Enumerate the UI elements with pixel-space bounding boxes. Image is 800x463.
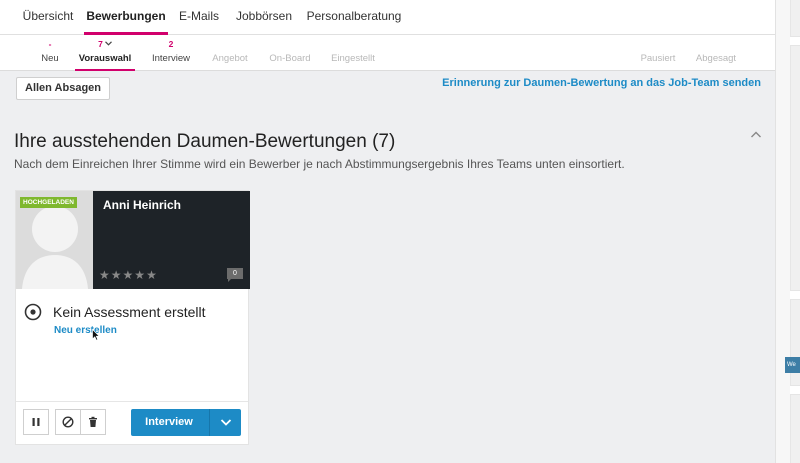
reject-button[interactable]: [55, 409, 81, 435]
stage-label: On-Board: [269, 53, 311, 64]
interview-split-button[interactable]: Interview: [131, 409, 241, 436]
candidate-avatar: HOCHGELADEN: [16, 191, 93, 289]
stage-nav: - Neu 7 Vorauswahl 2 Interview Angebot O…: [0, 35, 775, 71]
tab-personalberatung[interactable]: Personalberatung: [302, 0, 406, 35]
background-tab: We: [785, 357, 800, 373]
candidate-card[interactable]: HOCHGELADEN Anni Heinrich ★★★★★ 0 Kein A…: [15, 190, 250, 445]
stage-label: Abgesagt: [695, 53, 737, 64]
send-reminder-link[interactable]: Erinnerung zur Daumen-Bewertung an das J…: [420, 77, 761, 89]
stage-label: Vorauswahl: [78, 53, 132, 64]
uploaded-badge: HOCHGELADEN: [20, 197, 77, 208]
stage-count: [690, 35, 742, 48]
chevron-down-icon: [104, 41, 112, 46]
candidate-name[interactable]: Anni Heinrich: [103, 198, 181, 212]
assessment-radio-icon: [24, 303, 42, 321]
stage-count: 2: [168, 39, 174, 49]
interview-button-label[interactable]: Interview: [131, 409, 207, 436]
tab-bewerbungen[interactable]: Bewerbungen: [84, 0, 168, 35]
stage-count: [634, 35, 682, 48]
tab-uebersicht[interactable]: Übersicht: [14, 0, 82, 35]
stage-angebot[interactable]: Angebot: [206, 35, 254, 71]
stage-pausiert[interactable]: Pausiert: [634, 35, 682, 71]
background-window-strip: We: [775, 0, 800, 463]
comment-count-value: 0: [233, 270, 237, 277]
stage-label: Neu: [41, 53, 59, 64]
stage-label: Eingestellt: [331, 53, 375, 64]
chevron-up-icon[interactable]: [749, 128, 763, 142]
star-icon[interactable]: ★: [123, 268, 135, 282]
section-subtitle: Nach dem Einreichen Ihrer Stimme wird ei…: [14, 157, 625, 171]
star-rating[interactable]: ★★★★★: [99, 268, 158, 282]
star-icon[interactable]: ★: [134, 268, 146, 282]
background-divider: [790, 36, 800, 46]
stage-count: [206, 35, 254, 48]
create-assessment-link[interactable]: Neu erstellen: [54, 325, 117, 336]
stage-neu[interactable]: - Neu: [30, 35, 70, 71]
section-title: Ihre ausstehenden Daumen-Bewertungen (7): [14, 131, 396, 152]
candidate-header: Anni Heinrich ★★★★★ 0: [93, 191, 250, 289]
stage-on-board[interactable]: On-Board: [264, 35, 316, 71]
pause-icon: [32, 418, 40, 426]
comment-count[interactable]: 0: [227, 268, 243, 282]
pause-button[interactable]: [23, 409, 49, 435]
stage-count: 7: [75, 35, 135, 49]
stage-count: [326, 35, 380, 48]
background-divider: [790, 290, 800, 300]
stage-abgesagt[interactable]: Abgesagt: [690, 35, 742, 71]
split-divider: [209, 409, 210, 436]
reject-all-button[interactable]: Allen Absagen: [16, 77, 110, 100]
stage-label: Interview: [151, 53, 190, 64]
mouse-cursor-icon: [92, 329, 100, 341]
top-nav: Übersicht Bewerbungen E-Mails Jobbörsen …: [0, 0, 775, 35]
block-icon: [62, 416, 74, 428]
stage-interview[interactable]: 2 Interview: [146, 35, 196, 71]
star-icon[interactable]: ★: [99, 268, 111, 282]
chevron-down-icon[interactable]: [220, 418, 232, 427]
card-divider: [16, 401, 248, 402]
trash-icon: [89, 416, 97, 427]
tab-jobboersen[interactable]: Jobbörsen: [230, 0, 298, 35]
stage-vorauswahl[interactable]: 7 Vorauswahl: [75, 35, 135, 71]
tab-emails[interactable]: E-Mails: [172, 0, 226, 35]
delete-button[interactable]: [80, 409, 106, 435]
stage-count: [264, 35, 316, 48]
main-panel: Übersicht Bewerbungen E-Mails Jobbörsen …: [0, 0, 775, 463]
star-icon[interactable]: ★: [146, 268, 158, 282]
stage-count: -: [48, 39, 52, 49]
stage-label: Angebot: [212, 53, 248, 64]
assessment-title: Kein Assessment erstellt: [53, 304, 206, 320]
background-divider: [790, 385, 800, 395]
stage-eingestellt[interactable]: Eingestellt: [326, 35, 380, 71]
star-icon[interactable]: ★: [111, 268, 123, 282]
stage-label: Pausiert: [640, 53, 676, 64]
